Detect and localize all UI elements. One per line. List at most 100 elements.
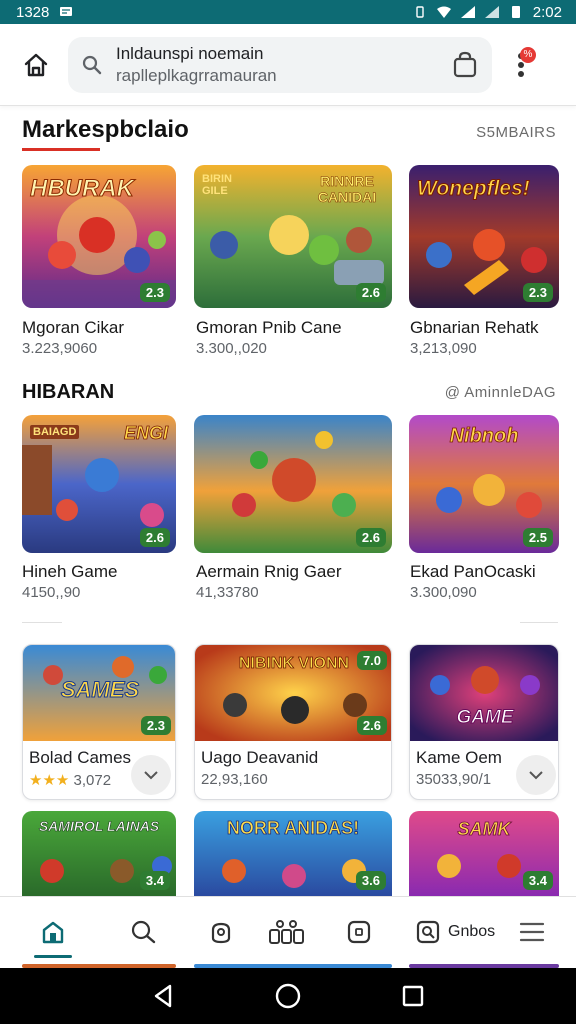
status-left: 1328 [16, 4, 73, 21]
game-thumbnail: SAMIROL LAINAS 3.4 [22, 811, 176, 896]
game-name: Bolad Cames [29, 748, 132, 767]
chevron-down-icon [144, 771, 158, 780]
shopping-bag-icon[interactable] [450, 50, 480, 80]
game-downloads: 3.300,090 [410, 584, 477, 601]
game-card[interactable]: SAMIROL LAINAS 3.4 [22, 811, 176, 896]
rating-badge: 3.6 [355, 871, 386, 890]
banner-text: NORR ANIDAS! [226, 818, 360, 838]
status-clock: 2:02 [532, 3, 562, 21]
nav-item-home[interactable] [30, 904, 76, 960]
store-home-icon [42, 921, 64, 943]
home-circle-icon [275, 983, 301, 1009]
game-name[interactable]: Gbnarian Rehatk [410, 318, 539, 338]
bottom-navigation: Gnbos [0, 896, 576, 966]
nav-item-library[interactable]: Gnbos [414, 904, 504, 960]
notification-badge: % [520, 46, 536, 63]
game-downloads: 41,33780 [196, 584, 259, 601]
banner-left: BAIAGD [30, 425, 80, 439]
rating-badge: 2.5 [522, 528, 553, 547]
home-icon [24, 53, 48, 76]
game-card[interactable]: NORR ANIDAS! 3.6 [194, 811, 392, 896]
status-right: 2:02 [413, 4, 562, 21]
recents-button[interactable] [400, 983, 426, 1009]
see-more-link[interactable]: S5MBAIRS [476, 124, 556, 141]
signal-2-icon [484, 6, 499, 18]
banner-text: GAME [456, 707, 514, 729]
expand-button[interactable] [516, 755, 556, 795]
game-name[interactable]: Gmoran Pnib Cane [196, 318, 342, 338]
message-icon [59, 6, 73, 18]
rating-badge: 2.6 [139, 528, 170, 547]
game-card[interactable]: 2.6 [194, 415, 392, 553]
nav-item-apps[interactable] [264, 904, 310, 960]
game-thumbnail: Nibnoh 2.5 [409, 415, 559, 553]
game-downloads: 3,213,090 [410, 340, 477, 357]
game-thumbnail: GAME [410, 645, 558, 741]
home-button[interactable] [14, 43, 58, 87]
banner-left: BIRIN GILE [202, 173, 232, 197]
game-name: Uago Deavanid [201, 748, 319, 767]
search-subtext: raplleplkagrramauran [116, 65, 277, 85]
title-underline [22, 148, 100, 151]
game-card[interactable]: HBURAK 2.3 [22, 165, 176, 308]
game-thumbnail: HBURAK 2.3 [22, 165, 176, 308]
home-nav-button[interactable] [275, 983, 301, 1009]
nav-item-books[interactable] [336, 904, 382, 960]
section-title: HIBARAN [22, 381, 115, 403]
game-thumbnail: SAMES 2.3 [23, 645, 175, 741]
nav-item-games[interactable] [198, 904, 244, 960]
game-thumbnail: BIRIN GILE RINNRE CANIDAI 2.6 [194, 165, 392, 308]
more-options-button[interactable]: % [506, 43, 536, 87]
rating-badge: 3.4 [522, 871, 553, 890]
rating-badge: 3.4 [139, 871, 170, 890]
section-title: Markespbclaio [22, 116, 189, 143]
rating-badge: 2.3 [140, 716, 171, 735]
game-card[interactable]: BIRIN GILE RINNRE CANIDAI 2.6 [194, 165, 392, 308]
game-thumbnail: Wonepfles! 2.3 [409, 165, 559, 308]
games-icon [211, 922, 231, 943]
search-bar[interactable]: Inldaunspi noemain raplleplkagrramauran [68, 36, 492, 93]
chevron-down-icon [529, 771, 543, 780]
game-card[interactable]: Nibnoh 2.5 [409, 415, 559, 553]
game-card-expanded[interactable]: GAME Kame Oem 35033,90/1 [409, 644, 559, 800]
game-name: Kame Oem [416, 748, 502, 767]
nav-item-menu[interactable] [512, 904, 552, 960]
search-icon [82, 55, 102, 74]
divider [22, 622, 62, 623]
game-downloads: 3.223,9060 [22, 340, 98, 357]
rating-badge: 2.6 [355, 528, 386, 547]
vibrate-icon [413, 6, 427, 18]
game-downloads: 3.300,,020 [196, 340, 267, 357]
game-card[interactable]: SAMK 3.4 [409, 811, 559, 896]
rating-badge: 2.3 [139, 283, 170, 302]
nav-item-search[interactable] [120, 904, 166, 960]
back-button[interactable] [150, 983, 176, 1009]
wifi-icon [436, 6, 451, 18]
top-app-bar: Inldaunspi noemain raplleplkagrramauran … [0, 24, 576, 106]
divider [520, 622, 558, 623]
apps-icon [269, 919, 304, 944]
game-name[interactable]: Hineh Game [22, 562, 117, 582]
signal-icon [460, 6, 475, 18]
search-query: Inldaunspi noemain [116, 43, 264, 63]
search-text: Inldaunspi noemain raplleplkagrramauran [116, 43, 450, 87]
game-name[interactable]: Mgoran Cikar [22, 318, 124, 338]
game-downloads: 22,93,160 [201, 771, 268, 788]
library-icon [416, 920, 440, 943]
nav-active-indicator [34, 955, 72, 958]
expand-button[interactable] [131, 755, 171, 795]
battery-icon [509, 6, 523, 18]
banner-text: HBURAK [30, 175, 135, 203]
rating-badge: 2.6 [356, 716, 387, 735]
banner-text: Nibnoh [449, 425, 519, 448]
game-card-expanded[interactable]: SAMES 2.3 Bolad Cames ★★★ 3,072 [22, 644, 176, 800]
game-meta: ★★★ 3,072 [29, 771, 111, 789]
game-card-expanded[interactable]: NIBINK VIONN 7.0 2.6 Uago Deavanid 22,93… [194, 644, 392, 800]
banner-text: SAMK [457, 819, 511, 840]
game-name[interactable]: Ekad PanOcaski [410, 562, 536, 582]
see-more-link[interactable]: @ AminnleDAG [445, 384, 556, 401]
game-name[interactable]: Aermain Rnig Gaer [196, 562, 342, 582]
game-card[interactable]: Wonepfles! 2.3 [409, 165, 559, 308]
game-card[interactable]: BAIAGD ENGI 2.6 [22, 415, 176, 553]
game-thumbnail: SAMK 3.4 [409, 811, 559, 896]
